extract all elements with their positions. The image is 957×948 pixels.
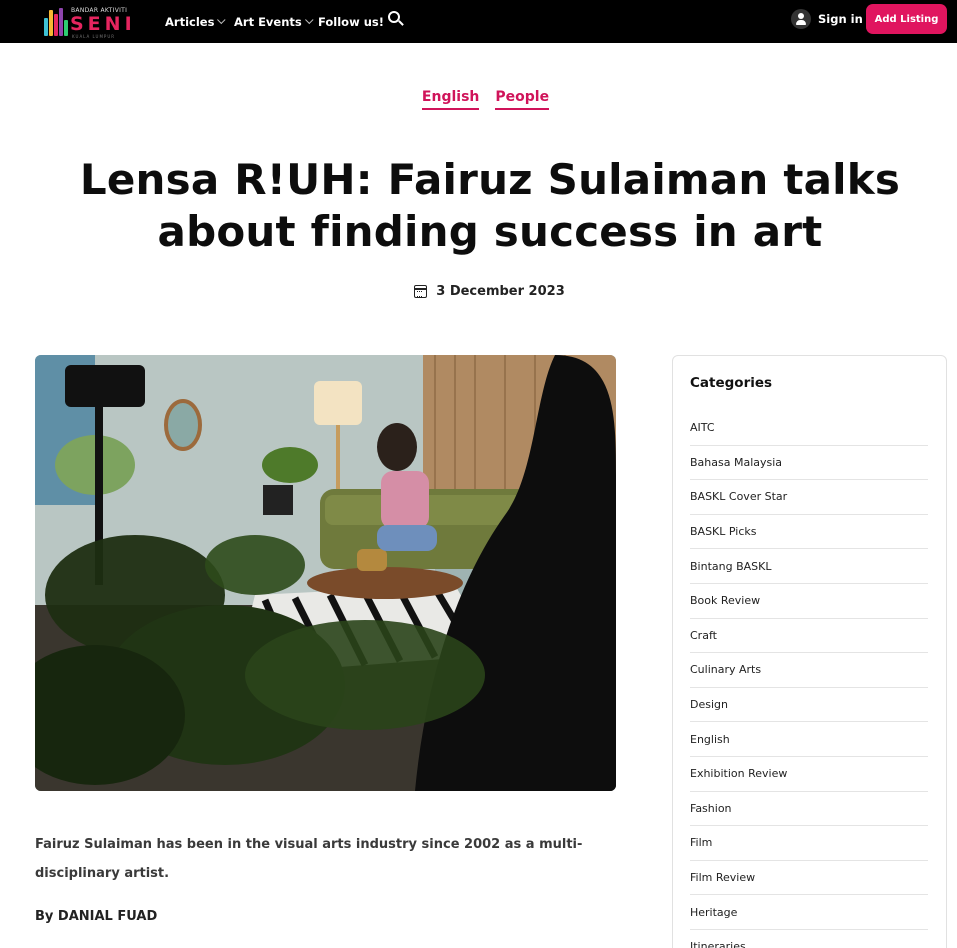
category-item[interactable]: Exhibition Review (690, 757, 928, 792)
tag-english[interactable]: English (421, 89, 480, 110)
sign-in-button[interactable]: Sign in (791, 9, 863, 29)
site-logo[interactable]: BANDAR AKTIVITI SENI KUALA LUMPUR (44, 4, 136, 39)
nav-art-events-label: Art Events (234, 14, 302, 29)
post-title: Lensa R!UH: Fairuz Sulaiman talks about … (79, 155, 901, 256)
category-item[interactable]: Film Review (690, 861, 928, 896)
logo-mark-icon (44, 6, 68, 36)
categories-widget: Categories AITC Bahasa Malaysia BASKL Co… (672, 355, 947, 948)
article-intro: Fairuz Sulaiman has been in the visual a… (35, 837, 583, 881)
category-item[interactable]: BASKL Cover Star (690, 480, 928, 515)
categories-list: AITC Bahasa Malaysia BASKL Cover Star BA… (690, 411, 928, 948)
chevron-down-icon (217, 15, 226, 24)
category-item[interactable]: Film (690, 826, 928, 861)
category-item[interactable]: Fashion (690, 792, 928, 827)
category-item[interactable]: Culinary Arts (690, 653, 928, 688)
top-navigation-bar: BANDAR AKTIVITI SENI KUALA LUMPUR Articl… (0, 0, 957, 43)
post-tags: English People (0, 89, 957, 110)
category-item[interactable]: BASKL Picks (690, 515, 928, 550)
category-item[interactable]: AITC (690, 411, 928, 446)
nav-follow-us-label: Follow us! (318, 14, 384, 29)
nav-follow-us[interactable]: Follow us! (318, 0, 384, 43)
category-item[interactable]: Book Review (690, 584, 928, 619)
category-item[interactable]: Bahasa Malaysia (690, 446, 928, 481)
logo-wordmark: SENI (70, 13, 136, 35)
post-date: 3 December 2023 (0, 284, 957, 299)
category-item[interactable]: Craft (690, 619, 928, 654)
tag-people[interactable]: People (495, 89, 550, 110)
nav-articles[interactable]: Articles (165, 0, 226, 43)
category-item[interactable]: Bintang BASKL (690, 549, 928, 584)
user-icon (791, 9, 811, 29)
category-item[interactable]: Itineraries (690, 930, 928, 948)
featured-image-scene (35, 355, 616, 791)
calendar-icon (414, 285, 428, 298)
category-item[interactable]: English (690, 722, 928, 757)
sign-in-label: Sign in (818, 12, 863, 26)
search-icon[interactable] (388, 11, 404, 27)
category-item[interactable]: Heritage (690, 895, 928, 930)
logo-footer-text: KUALA LUMPUR (72, 34, 116, 39)
nav-art-events[interactable]: Art Events (234, 0, 314, 43)
categories-title: Categories (690, 375, 773, 391)
article-byline: By DANIAL FUAD (35, 909, 158, 924)
category-item[interactable]: Design (690, 688, 928, 723)
nav-articles-label: Articles (165, 14, 215, 29)
chevron-down-icon (304, 15, 314, 24)
add-listing-button[interactable]: Add Listing (866, 4, 947, 34)
post-date-text: 3 December 2023 (436, 284, 565, 299)
featured-image (35, 355, 616, 791)
